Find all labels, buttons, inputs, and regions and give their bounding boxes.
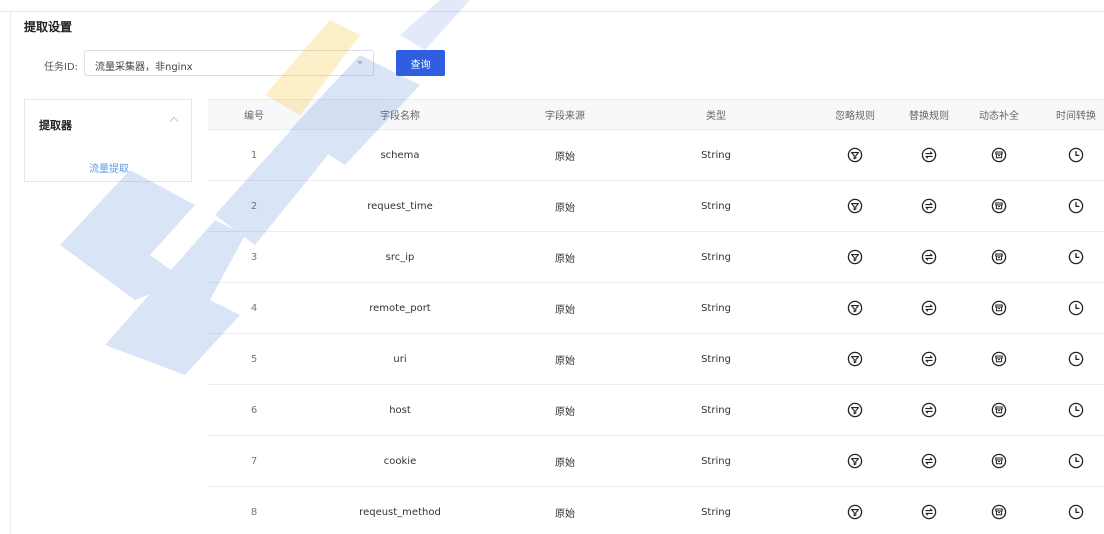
field-table: 编号 字段名称 字段来源 类型 忽略规则 替换规则 动态补全 时间转换 1 sch… xyxy=(208,99,1104,534)
swap-icon[interactable] xyxy=(894,334,964,384)
extractor-title: 提取器 xyxy=(39,119,72,132)
row-field-type: String xyxy=(701,302,731,314)
row-num: 5 xyxy=(250,353,258,365)
filter-icon[interactable] xyxy=(820,232,890,282)
filter-icon[interactable] xyxy=(820,487,890,534)
row-num: 3 xyxy=(250,251,258,263)
section-title: 提取设置 xyxy=(24,20,73,34)
clock-icon[interactable] xyxy=(1041,232,1104,282)
chevron-up-icon[interactable] xyxy=(169,116,179,126)
extractor-item-traffic[interactable]: 流量提取 xyxy=(25,160,193,175)
swap-icon[interactable] xyxy=(894,385,964,435)
table-row: 1 schema 原始 String xyxy=(208,130,1104,181)
table-row: 4 remote_port 原始 String xyxy=(208,283,1104,334)
row-field-type: String xyxy=(701,353,731,365)
query-button[interactable]: 查询 xyxy=(396,50,445,76)
header-ignore-rule: 忽略规则 xyxy=(835,111,875,122)
clock-icon[interactable] xyxy=(1041,436,1104,486)
row-field-type: String xyxy=(701,506,731,518)
clock-icon[interactable] xyxy=(1041,181,1104,231)
chevron-down-icon xyxy=(357,61,363,65)
filter-icon[interactable] xyxy=(820,385,890,435)
swap-icon[interactable] xyxy=(894,232,964,282)
filter-icon[interactable] xyxy=(820,130,890,180)
clock-icon[interactable] xyxy=(1041,283,1104,333)
row-field-type: String xyxy=(701,404,731,416)
filter-icon[interactable] xyxy=(820,283,890,333)
left-border xyxy=(10,12,11,534)
header-num: 编号 xyxy=(244,111,264,122)
archive-icon[interactable] xyxy=(964,487,1034,534)
archive-icon[interactable] xyxy=(964,130,1034,180)
filter-icon[interactable] xyxy=(820,334,890,384)
clock-icon[interactable] xyxy=(1041,130,1104,180)
row-num: 4 xyxy=(250,302,258,314)
task-id-select[interactable]: 流量采集器，非nginx xyxy=(84,50,374,76)
table-body: 1 schema 原始 String 2 request_time 原始 String 3 src… xyxy=(208,130,1104,534)
swap-icon[interactable] xyxy=(894,436,964,486)
row-field-type: String xyxy=(701,149,731,161)
header-type: 类型 xyxy=(706,111,726,122)
task-id-label: 任务ID: xyxy=(44,62,79,73)
row-field-type: String xyxy=(701,200,731,212)
archive-icon[interactable] xyxy=(964,232,1034,282)
table-row: 3 src_ip 原始 String xyxy=(208,232,1104,283)
table-row: 5 uri 原始 String xyxy=(208,334,1104,385)
row-num: 8 xyxy=(250,506,258,518)
archive-icon[interactable] xyxy=(964,283,1034,333)
filter-icon[interactable] xyxy=(820,436,890,486)
swap-icon[interactable] xyxy=(894,487,964,534)
header-replace-rule: 替换规则 xyxy=(909,111,949,122)
table-row: 7 cookie 原始 String xyxy=(208,436,1104,487)
clock-icon[interactable] xyxy=(1041,385,1104,435)
archive-icon[interactable] xyxy=(964,181,1034,231)
extractor-panel: 提取器 流量提取 xyxy=(24,99,192,182)
swap-icon[interactable] xyxy=(894,130,964,180)
table-row: 2 request_time 原始 String xyxy=(208,181,1104,232)
table-row: 8 reqeust_method 原始 String xyxy=(208,487,1104,534)
archive-icon[interactable] xyxy=(964,436,1034,486)
task-id-selected-value: 流量采集器，非nginx xyxy=(95,62,193,73)
row-field-type: String xyxy=(701,455,731,467)
swap-icon[interactable] xyxy=(894,283,964,333)
swap-icon[interactable] xyxy=(894,181,964,231)
top-border xyxy=(0,0,1104,12)
row-num: 2 xyxy=(250,200,258,212)
row-num: 7 xyxy=(250,455,258,467)
row-num: 1 xyxy=(250,149,258,161)
row-field-type: String xyxy=(701,251,731,263)
table-header: 编号 字段名称 字段来源 类型 忽略规则 替换规则 动态补全 时间转换 xyxy=(208,99,1104,130)
archive-icon[interactable] xyxy=(964,334,1034,384)
row-num: 6 xyxy=(250,404,258,416)
header-dynamic-fill: 动态补全 xyxy=(979,111,1019,122)
filter-icon[interactable] xyxy=(820,181,890,231)
clock-icon[interactable] xyxy=(1041,334,1104,384)
clock-icon[interactable] xyxy=(1041,487,1104,534)
archive-icon[interactable] xyxy=(964,385,1034,435)
table-row: 6 host 原始 String xyxy=(208,385,1104,436)
header-time-convert: 时间转换 xyxy=(1056,111,1096,122)
